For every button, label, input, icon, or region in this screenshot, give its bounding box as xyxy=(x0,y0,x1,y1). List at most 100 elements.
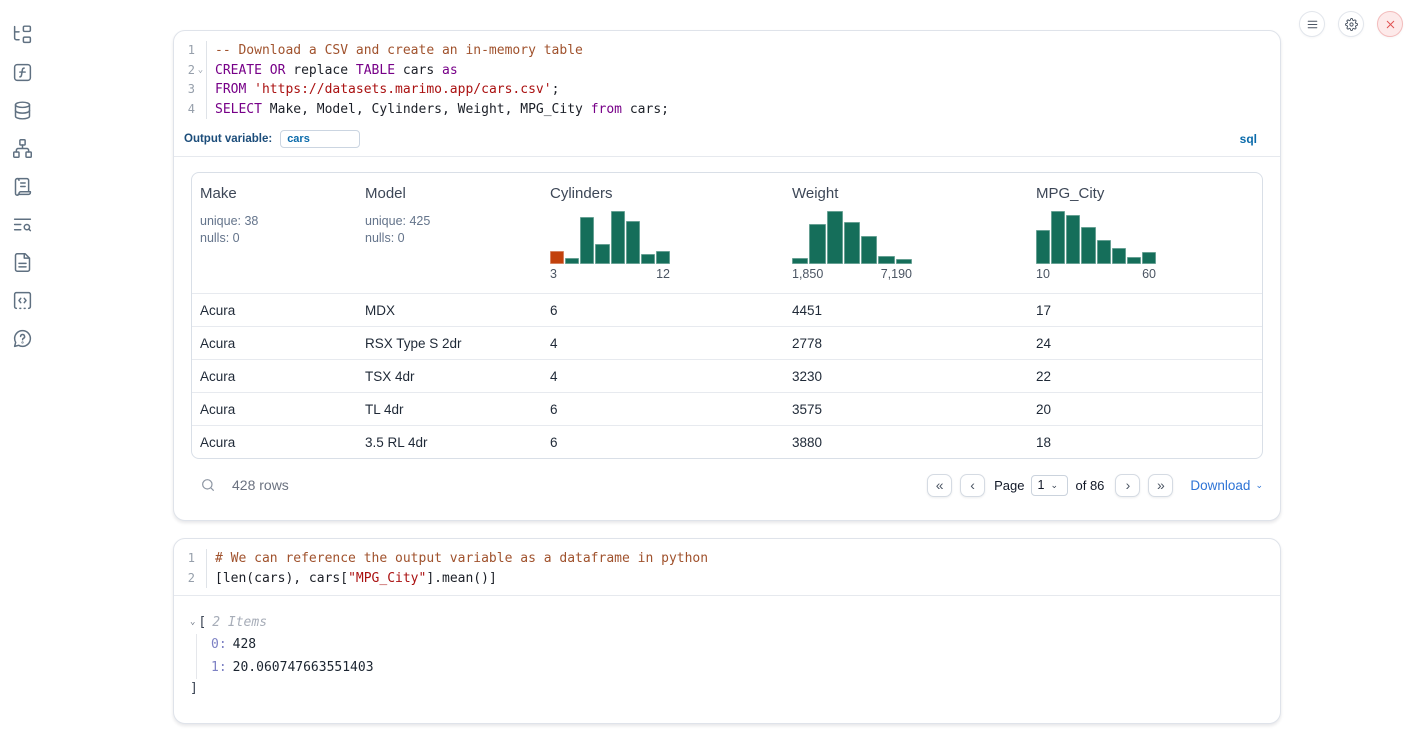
table-header: Makeunique: 38nulls: 0Modelunique: 425nu… xyxy=(192,173,1262,293)
table-cell: 18 xyxy=(1028,435,1262,450)
sidebar-file-explorer-button[interactable] xyxy=(10,22,34,46)
axis-max-label: 60 xyxy=(1142,267,1156,281)
histogram-bar xyxy=(1051,211,1065,264)
column-header-weight[interactable]: Weight1,8507,190 xyxy=(784,185,1028,281)
sidebar-variables-button[interactable] xyxy=(10,60,34,84)
line-number-gutter: 2⌄ xyxy=(174,61,207,81)
last-page-button[interactable]: » xyxy=(1148,474,1173,497)
histogram-bar xyxy=(565,258,579,264)
scroll-text-icon xyxy=(12,176,33,197)
table-search-button[interactable] xyxy=(200,477,216,493)
token-plain xyxy=(262,63,270,78)
sidebar-table-search-button[interactable] xyxy=(10,212,34,236)
histogram-bar xyxy=(1036,230,1050,264)
table-cell: 4 xyxy=(542,369,784,384)
table-cell: 20 xyxy=(1028,402,1262,417)
download-button[interactable]: Download ⌄ xyxy=(1190,478,1263,493)
column-title: Model xyxy=(365,185,542,202)
token-comment: -- Download a CSV and create an in-memor… xyxy=(215,43,583,58)
column-histogram: 1060 xyxy=(1036,211,1156,281)
histogram-bar xyxy=(844,222,860,264)
table-cell: TSX 4dr xyxy=(357,369,542,384)
page-label: Page xyxy=(994,478,1024,493)
token-kw: SELECT xyxy=(215,102,262,117)
sidebar-datasources-button[interactable] xyxy=(10,98,34,122)
table-row: AcuraTL 4dr6357520 xyxy=(192,392,1262,425)
database-icon xyxy=(12,100,33,121)
python-code-editor[interactable]: 1 # We can reference the output variable … xyxy=(174,539,1280,595)
sidebar-documentation-button[interactable] xyxy=(10,250,34,274)
sidebar-snippets-button[interactable] xyxy=(10,288,34,312)
histogram-bar xyxy=(1127,257,1141,264)
menu-button[interactable] xyxy=(1299,11,1325,37)
file-tree-icon xyxy=(12,24,33,45)
settings-button[interactable] xyxy=(1338,11,1364,37)
histogram-bar xyxy=(611,211,625,264)
token-plain: cars; xyxy=(622,102,669,117)
histogram-axis: 1,8507,190 xyxy=(792,267,912,281)
histogram-bar xyxy=(1066,215,1080,264)
token-comment: # We can reference the output variable a… xyxy=(215,551,708,566)
sql-code-editor[interactable]: 1-- Download a CSV and create an in-memo… xyxy=(174,31,1280,126)
next-page-button[interactable]: › xyxy=(1115,474,1140,497)
list-item-index: 0: xyxy=(211,637,227,652)
code-line: 4SELECT Make, Model, Cylinders, Weight, … xyxy=(174,100,1280,120)
histogram-bar xyxy=(580,217,594,264)
list-item-value: 20.060747663551403 xyxy=(233,660,374,675)
fold-chevron-icon[interactable]: ⌄ xyxy=(195,61,206,81)
token-kw: from xyxy=(591,102,622,117)
table-cell: RSX Type S 2dr xyxy=(357,336,542,351)
prev-page-button[interactable]: ‹ xyxy=(960,474,985,497)
sidebar-logs-button[interactable] xyxy=(10,174,34,198)
axis-max-label: 7,190 xyxy=(881,267,912,281)
shutdown-button[interactable] xyxy=(1377,11,1403,37)
list-item-index: 1: xyxy=(211,660,227,675)
table-footer: 428 rows « ‹ Page 1 ⌄ of 86 › » Download… xyxy=(191,470,1263,500)
language-badge: sql xyxy=(1240,132,1257,146)
column-header-make[interactable]: Makeunique: 38nulls: 0 xyxy=(192,185,357,281)
column-header-cylinders[interactable]: Cylinders 312 xyxy=(542,185,784,281)
output-variable-input[interactable] xyxy=(280,130,360,148)
table-row: AcuraMDX6445117 xyxy=(192,293,1262,326)
row-count: 428 rows xyxy=(232,477,289,493)
table-cell: 22 xyxy=(1028,369,1262,384)
token-str: 'https://datasets.marimo.app/cars.csv' xyxy=(254,82,551,97)
list-item: 1: 20.060747663551403 xyxy=(211,657,1263,680)
line-number-gutter: 1 xyxy=(174,549,207,569)
sidebar-dependency-graph-button[interactable] xyxy=(10,136,34,160)
python-cell: 1 # We can reference the output variable … xyxy=(173,538,1281,724)
code-square-icon xyxy=(12,290,33,311)
histogram-bar xyxy=(1112,248,1126,264)
sidebar-help-button[interactable] xyxy=(10,326,34,350)
pagination: « ‹ Page 1 ⌄ of 86 › » Download ⌄ xyxy=(927,474,1263,497)
column-header-model[interactable]: Modelunique: 425nulls: 0 xyxy=(357,185,542,281)
network-icon xyxy=(12,138,33,159)
code-text: CREATE OR replace TABLE cars as xyxy=(207,61,458,81)
column-stat: nulls: 0 xyxy=(365,230,542,247)
token-str: "MPG_City" xyxy=(348,571,426,586)
histogram-bars xyxy=(1036,211,1156,264)
help-bubble-icon xyxy=(12,328,33,349)
collapse-chevron-icon[interactable]: ⌄ xyxy=(190,617,195,627)
line-number-gutter: 4 xyxy=(174,100,207,120)
column-title: Cylinders xyxy=(550,185,784,202)
first-page-button[interactable]: « xyxy=(927,474,952,497)
histogram-bar xyxy=(827,211,843,264)
code-line: 2⌄CREATE OR replace TABLE cars as xyxy=(174,61,1280,81)
code-text: -- Download a CSV and create an in-memor… xyxy=(207,41,583,61)
table-row: AcuraRSX Type S 2dr4277824 xyxy=(192,326,1262,359)
table-cell: 6 xyxy=(542,303,784,318)
column-header-mpg_city[interactable]: MPG_City1060 xyxy=(1028,185,1262,281)
histogram-bar xyxy=(896,259,912,264)
code-line: 1 # We can reference the output variable … xyxy=(174,549,1280,569)
output-variable-label: Output variable: xyxy=(184,133,272,145)
table-cell: 3575 xyxy=(784,402,1028,417)
page-select[interactable]: 1 ⌄ xyxy=(1031,475,1068,496)
token-plain xyxy=(246,82,254,97)
histogram-bar xyxy=(550,251,564,264)
code-text: SELECT Make, Model, Cylinders, Weight, M… xyxy=(207,100,669,120)
axis-min-label: 3 xyxy=(550,267,557,281)
histogram-axis: 312 xyxy=(550,267,670,281)
table-cell: Acura xyxy=(192,336,357,351)
token-plain: ; xyxy=(552,82,560,97)
